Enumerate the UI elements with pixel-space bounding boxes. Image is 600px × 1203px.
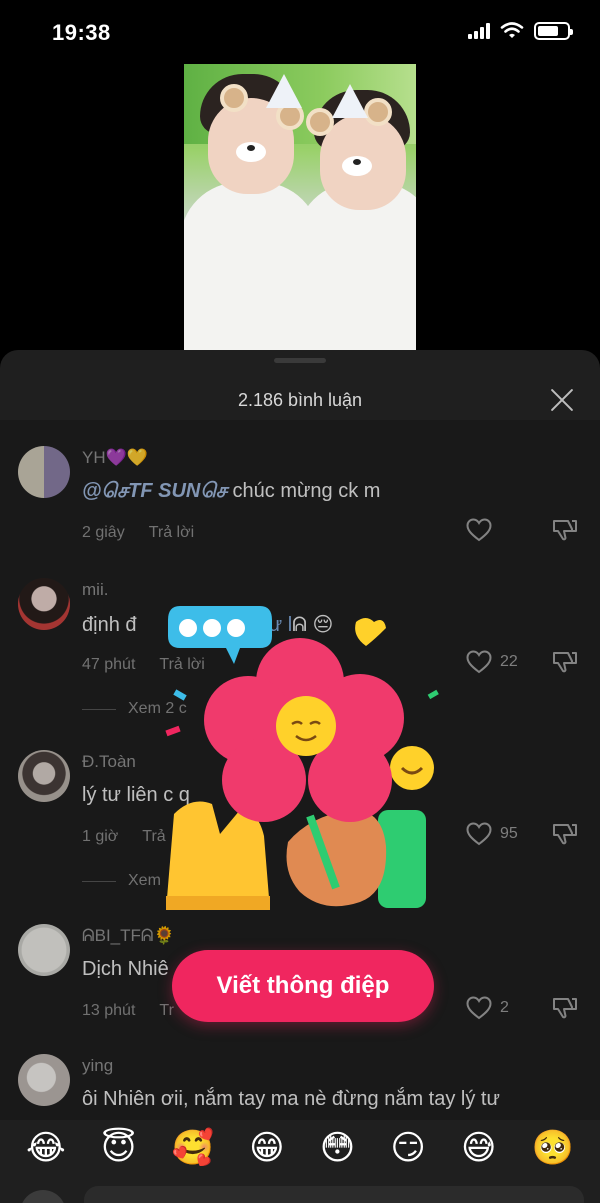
comment-username[interactable]: ying — [82, 1056, 113, 1076]
emoji-button[interactable]: 😁 — [249, 1122, 284, 1174]
comment-text: Dịch Nhiê — [82, 958, 169, 980]
like-count: 2 — [500, 999, 509, 1016]
emoji-button[interactable]: 😅 — [461, 1122, 496, 1174]
battery-icon — [534, 22, 573, 40]
thumbs-down-icon — [553, 652, 577, 673]
avatar[interactable] — [18, 446, 70, 498]
emoji-quick-bar: 😂 😇 🥰 😁 😳 😏 😅 🥺 — [0, 1122, 600, 1174]
heart-icon — [466, 996, 492, 1020]
reply-button[interactable]: Tr — [159, 1002, 174, 1020]
comment-username[interactable]: YH💜💛 — [82, 448, 148, 468]
close-icon[interactable] — [548, 386, 576, 414]
avatar[interactable] — [18, 578, 70, 630]
dislike-button[interactable] — [552, 518, 578, 547]
thumbs-down-icon — [553, 998, 577, 1019]
like-button[interactable]: 95 — [466, 822, 518, 846]
heart-icon — [466, 518, 492, 542]
bear-snout-icon — [342, 156, 372, 176]
status-icons — [468, 22, 573, 40]
divider-line — [82, 708, 116, 710]
like-button[interactable] — [466, 518, 492, 542]
heart-icon — [466, 822, 492, 846]
emoji-button[interactable]: 😳 — [320, 1122, 355, 1174]
sheet-grabber[interactable] — [274, 358, 326, 363]
comment-time: 1 giờ — [82, 828, 119, 845]
comment-text: ôi Nhiên ơii, nắm tay ma nè đừng nắm tay… — [82, 1088, 500, 1110]
party-hat-icon — [332, 84, 368, 118]
comment-username[interactable]: ᕱBI_TFᕱ🌻 — [82, 926, 175, 946]
comment-time: 47 phút — [82, 656, 136, 673]
like-count: 95 — [500, 825, 518, 842]
avatar[interactable] — [18, 750, 70, 802]
view-replies-label: Xem — [128, 872, 161, 889]
battery-level — [538, 26, 558, 36]
emoji-button[interactable]: 😏 — [390, 1122, 425, 1174]
bear-ear-icon — [364, 98, 392, 126]
emoji-button[interactable]: 🥰 — [172, 1122, 214, 1174]
dislike-button[interactable] — [552, 650, 578, 679]
cellular-signal-icon — [468, 23, 490, 39]
write-message-button[interactable]: Viết thông điệp — [172, 950, 434, 1022]
comment-body: định đ — [82, 614, 137, 636]
thumbs-down-icon — [553, 824, 577, 845]
comment-username[interactable]: Đ.Toàn — [82, 752, 136, 772]
like-button[interactable]: 22 — [466, 650, 518, 674]
emoji-button[interactable]: 😇 — [101, 1122, 136, 1174]
comment-time: 2 giây — [82, 524, 125, 541]
like-button[interactable]: 2 — [466, 996, 509, 1020]
comment-time: 13 phút — [82, 1002, 136, 1019]
comment-mention[interactable]: @செTF SUNசெ — [82, 480, 227, 502]
bear-snout-icon — [236, 142, 266, 162]
comment-meta: 2 giây Trả lời — [82, 524, 194, 542]
comment-body: chúc mừng ck m — [227, 480, 381, 502]
dislike-button[interactable] — [552, 996, 578, 1025]
comment-input[interactable] — [84, 1186, 584, 1203]
dislike-button[interactable] — [552, 822, 578, 851]
comment-username[interactable]: mii. — [82, 580, 108, 600]
bear-ear-icon — [220, 84, 248, 112]
flower-sticker-icon — [165, 606, 439, 910]
avatar[interactable] — [18, 924, 70, 976]
comment-meta: 1 giờ Trả — [82, 828, 166, 846]
comment-text: @செTF SUNசெ chúc mừng ck m — [82, 480, 380, 505]
thumbs-down-icon — [553, 520, 577, 541]
status-bar: 19:38 — [0, 0, 600, 64]
view-replies-button[interactable]: Xem — [82, 872, 161, 890]
bear-ear-icon — [306, 108, 334, 136]
status-time: 19:38 — [52, 20, 111, 45]
wifi-icon — [500, 22, 524, 38]
heart-icon — [466, 650, 492, 674]
comment-count-title: 2.186 bình luận — [237, 390, 363, 410]
avatar[interactable] — [18, 1054, 70, 1106]
party-hat-icon — [266, 74, 302, 108]
comment-meta: 13 phút Tr — [82, 1002, 174, 1020]
divider-line — [82, 880, 116, 882]
like-count: 22 — [500, 653, 518, 670]
emoji-button[interactable]: 🥺 — [532, 1122, 574, 1174]
reply-button[interactable]: Trả lời — [149, 524, 194, 542]
video-thumbnail[interactable] — [184, 64, 416, 352]
emoji-button[interactable]: 😂 — [26, 1122, 66, 1174]
